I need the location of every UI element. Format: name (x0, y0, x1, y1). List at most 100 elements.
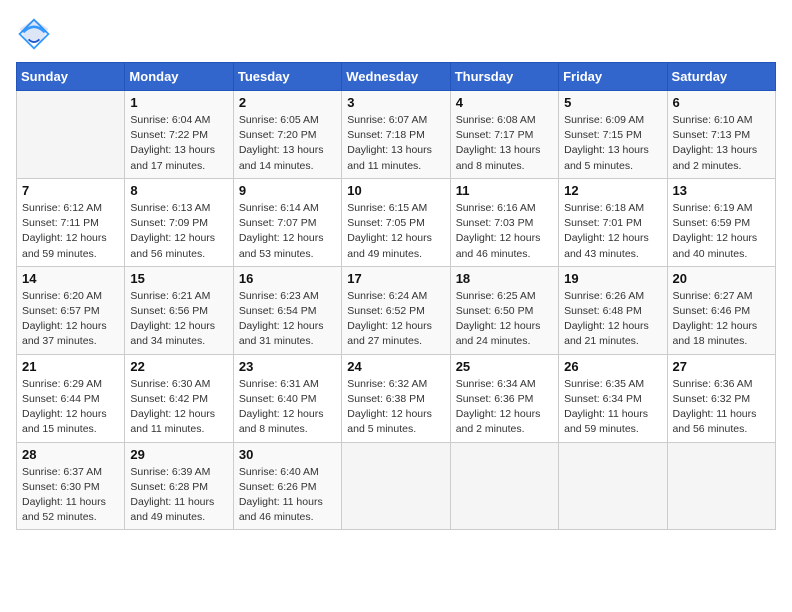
day-number: 6 (673, 95, 770, 110)
weekday-header-friday: Friday (559, 63, 667, 91)
day-number: 2 (239, 95, 336, 110)
day-number: 9 (239, 183, 336, 198)
day-info: Sunrise: 6:36 AM Sunset: 6:32 PM Dayligh… (673, 377, 770, 438)
day-info: Sunrise: 6:15 AM Sunset: 7:05 PM Dayligh… (347, 201, 444, 262)
day-number: 27 (673, 359, 770, 374)
weekday-header-thursday: Thursday (450, 63, 558, 91)
calendar-cell: 12 Sunrise: 6:18 AM Sunset: 7:01 PM Dayli… (559, 178, 667, 266)
calendar-cell: 28 Sunrise: 6:37 AM Sunset: 6:30 PM Dayli… (17, 442, 125, 530)
day-number: 8 (130, 183, 227, 198)
calendar-cell: 23 Sunrise: 6:31 AM Sunset: 6:40 PM Dayli… (233, 354, 341, 442)
calendar-cell (559, 442, 667, 530)
calendar-table: SundayMondayTuesdayWednesdayThursdayFrid… (16, 62, 776, 530)
calendar-cell: 5Sunrise: 6:09 AM Sunset: 7:15 PM Daylig… (559, 91, 667, 179)
day-info: Sunrise: 6:34 AM Sunset: 6:36 PM Dayligh… (456, 377, 553, 438)
day-info: Sunrise: 6:10 AM Sunset: 7:13 PM Dayligh… (673, 113, 770, 174)
day-number: 24 (347, 359, 444, 374)
calendar-cell: 7Sunrise: 6:12 AM Sunset: 7:11 PM Daylig… (17, 178, 125, 266)
day-info: Sunrise: 6:30 AM Sunset: 6:42 PM Dayligh… (130, 377, 227, 438)
day-number: 17 (347, 271, 444, 286)
day-info: Sunrise: 6:18 AM Sunset: 7:01 PM Dayligh… (564, 201, 661, 262)
day-info: Sunrise: 6:40 AM Sunset: 6:26 PM Dayligh… (239, 465, 336, 526)
day-info: Sunrise: 6:29 AM Sunset: 6:44 PM Dayligh… (22, 377, 119, 438)
day-number: 23 (239, 359, 336, 374)
calendar-cell (667, 442, 775, 530)
day-info: Sunrise: 6:21 AM Sunset: 6:56 PM Dayligh… (130, 289, 227, 350)
day-number: 15 (130, 271, 227, 286)
day-info: Sunrise: 6:07 AM Sunset: 7:18 PM Dayligh… (347, 113, 444, 174)
logo-icon (16, 16, 52, 52)
day-info: Sunrise: 6:32 AM Sunset: 6:38 PM Dayligh… (347, 377, 444, 438)
calendar-cell: 2 Sunrise: 6:05 AM Sunset: 7:20 PM Daylig… (233, 91, 341, 179)
calendar-cell: 24 Sunrise: 6:32 AM Sunset: 6:38 PM Dayli… (342, 354, 450, 442)
calendar-cell: 27 Sunrise: 6:36 AM Sunset: 6:32 PM Dayli… (667, 354, 775, 442)
calendar-cell (450, 442, 558, 530)
calendar-cell: 16 Sunrise: 6:23 AM Sunset: 6:54 PM Dayli… (233, 266, 341, 354)
day-number: 21 (22, 359, 119, 374)
day-number: 22 (130, 359, 227, 374)
day-info: Sunrise: 6:19 AM Sunset: 6:59 PM Dayligh… (673, 201, 770, 262)
day-number: 29 (130, 447, 227, 462)
day-info: Sunrise: 6:08 AM Sunset: 7:17 PM Dayligh… (456, 113, 553, 174)
day-info: Sunrise: 6:20 AM Sunset: 6:57 PM Dayligh… (22, 289, 119, 350)
day-number: 10 (347, 183, 444, 198)
day-info: Sunrise: 6:37 AM Sunset: 6:30 PM Dayligh… (22, 465, 119, 526)
day-info: Sunrise: 6:31 AM Sunset: 6:40 PM Dayligh… (239, 377, 336, 438)
calendar-cell: 14 Sunrise: 6:20 AM Sunset: 6:57 PM Dayli… (17, 266, 125, 354)
day-number: 7 (22, 183, 119, 198)
calendar-cell: 4 Sunrise: 6:08 AM Sunset: 7:17 PM Daylig… (450, 91, 558, 179)
calendar-cell: 6 Sunrise: 6:10 AM Sunset: 7:13 PM Daylig… (667, 91, 775, 179)
calendar-cell: 21 Sunrise: 6:29 AM Sunset: 6:44 PM Dayli… (17, 354, 125, 442)
day-number: 5 (564, 95, 661, 110)
calendar-cell: 19 Sunrise: 6:26 AM Sunset: 6:48 PM Dayli… (559, 266, 667, 354)
calendar-cell: 17 Sunrise: 6:24 AM Sunset: 6:52 PM Dayli… (342, 266, 450, 354)
day-info: Sunrise: 6:27 AM Sunset: 6:46 PM Dayligh… (673, 289, 770, 350)
day-info: Sunrise: 6:26 AM Sunset: 6:48 PM Dayligh… (564, 289, 661, 350)
calendar-cell: 13 Sunrise: 6:19 AM Sunset: 6:59 PM Dayli… (667, 178, 775, 266)
calendar-cell (342, 442, 450, 530)
weekday-header-wednesday: Wednesday (342, 63, 450, 91)
calendar-cell: 3 Sunrise: 6:07 AM Sunset: 7:18 PM Daylig… (342, 91, 450, 179)
day-info: Sunrise: 6:25 AM Sunset: 6:50 PM Dayligh… (456, 289, 553, 350)
calendar-cell: 10 Sunrise: 6:15 AM Sunset: 7:05 PM Dayli… (342, 178, 450, 266)
calendar-cell: 9 Sunrise: 6:14 AM Sunset: 7:07 PM Daylig… (233, 178, 341, 266)
day-number: 12 (564, 183, 661, 198)
weekday-header-tuesday: Tuesday (233, 63, 341, 91)
page-header (16, 16, 776, 52)
day-number: 3 (347, 95, 444, 110)
calendar-cell (17, 91, 125, 179)
day-number: 19 (564, 271, 661, 286)
day-number: 20 (673, 271, 770, 286)
weekday-header-monday: Monday (125, 63, 233, 91)
day-number: 11 (456, 183, 553, 198)
day-number: 18 (456, 271, 553, 286)
day-number: 30 (239, 447, 336, 462)
calendar-cell: 18 Sunrise: 6:25 AM Sunset: 6:50 PM Dayli… (450, 266, 558, 354)
day-number: 4 (456, 95, 553, 110)
day-number: 16 (239, 271, 336, 286)
calendar-cell: 1 Sunrise: 6:04 AM Sunset: 7:22 PM Daylig… (125, 91, 233, 179)
calendar-cell: 20 Sunrise: 6:27 AM Sunset: 6:46 PM Dayli… (667, 266, 775, 354)
day-info: Sunrise: 6:24 AM Sunset: 6:52 PM Dayligh… (347, 289, 444, 350)
day-info: Sunrise: 6:23 AM Sunset: 6:54 PM Dayligh… (239, 289, 336, 350)
day-number: 25 (456, 359, 553, 374)
day-info: Sunrise: 6:16 AM Sunset: 7:03 PM Dayligh… (456, 201, 553, 262)
calendar-cell: 30 Sunrise: 6:40 AM Sunset: 6:26 PM Dayli… (233, 442, 341, 530)
calendar-cell: 11 Sunrise: 6:16 AM Sunset: 7:03 PM Dayli… (450, 178, 558, 266)
day-number: 28 (22, 447, 119, 462)
logo (16, 16, 56, 52)
day-number: 26 (564, 359, 661, 374)
day-number: 13 (673, 183, 770, 198)
calendar-cell: 22 Sunrise: 6:30 AM Sunset: 6:42 PM Dayli… (125, 354, 233, 442)
day-info: Sunrise: 6:39 AM Sunset: 6:28 PM Dayligh… (130, 465, 227, 526)
day-info: Sunrise: 6:04 AM Sunset: 7:22 PM Dayligh… (130, 113, 227, 174)
day-info: Sunrise: 6:05 AM Sunset: 7:20 PM Dayligh… (239, 113, 336, 174)
day-info: Sunrise: 6:13 AM Sunset: 7:09 PM Dayligh… (130, 201, 227, 262)
calendar-cell: 26 Sunrise: 6:35 AM Sunset: 6:34 PM Dayli… (559, 354, 667, 442)
day-number: 14 (22, 271, 119, 286)
calendar-cell: 25 Sunrise: 6:34 AM Sunset: 6:36 PM Dayli… (450, 354, 558, 442)
day-info: Sunrise: 6:35 AM Sunset: 6:34 PM Dayligh… (564, 377, 661, 438)
day-number: 1 (130, 95, 227, 110)
day-info: Sunrise: 6:14 AM Sunset: 7:07 PM Dayligh… (239, 201, 336, 262)
weekday-header-saturday: Saturday (667, 63, 775, 91)
